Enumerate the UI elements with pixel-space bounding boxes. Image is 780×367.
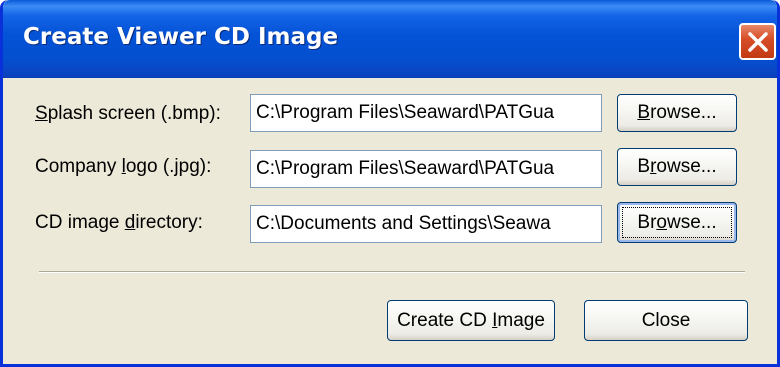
separator-line bbox=[39, 271, 745, 273]
browse-directory-button[interactable]: Browse... bbox=[617, 202, 737, 243]
dialog-window: Create Viewer CD Image Splash screen (.b… bbox=[0, 0, 780, 367]
focus-rectangle bbox=[622, 207, 732, 238]
close-icon bbox=[748, 32, 768, 52]
cd-image-directory-input[interactable]: C:\Documents and Settings\Seawa bbox=[250, 205, 602, 243]
window-title: Create Viewer CD Image bbox=[23, 24, 339, 50]
company-logo-label: Company logo (.jpg): bbox=[35, 156, 212, 177]
company-logo-path-input[interactable]: C:\Program Files\Seaward\PATGua bbox=[250, 150, 602, 188]
title-bar[interactable]: Create Viewer CD Image bbox=[3, 0, 777, 78]
close-button[interactable]: Close bbox=[584, 300, 748, 341]
browse-logo-button[interactable]: Browse... bbox=[617, 148, 737, 186]
close-window-button[interactable] bbox=[739, 23, 776, 60]
create-cd-image-button[interactable]: Create CD Image bbox=[387, 300, 555, 341]
cd-image-directory-label: CD image directory: bbox=[35, 212, 203, 233]
splash-screen-path-input[interactable]: C:\Program Files\Seaward\PATGua bbox=[250, 94, 602, 132]
splash-screen-label: Splash screen (.bmp): bbox=[35, 103, 221, 124]
browse-splash-button[interactable]: Browse... bbox=[617, 94, 737, 132]
